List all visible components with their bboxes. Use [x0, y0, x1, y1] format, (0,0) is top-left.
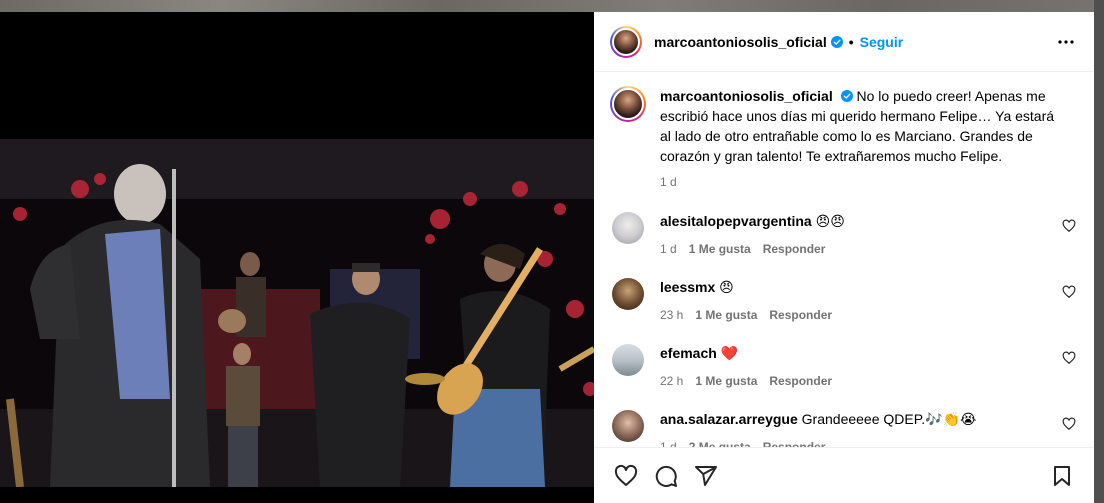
separator-dot: • [848, 33, 854, 50]
comments-section: marcoantoniosolis_oficial No lo puedo cr… [594, 72, 1094, 447]
comment-item: alesitalopepvargentina 😠😠 1 d 1 Me gusta… [610, 212, 1078, 278]
comment-username[interactable]: alesitalopepvargentina [660, 213, 812, 229]
verified-icon [830, 35, 843, 48]
comment-time[interactable]: 1 d [660, 240, 677, 258]
comment-item: leessmx 😠 23 h 1 Me gusta Responder [610, 278, 1078, 344]
comment-time[interactable]: 23 h [660, 306, 683, 324]
comment-username[interactable]: leessmx [660, 279, 715, 295]
comment-icon[interactable] [646, 456, 686, 496]
caption-time[interactable]: 1 d [660, 174, 1060, 190]
commenter-avatar[interactable] [612, 410, 644, 442]
commenter-avatar[interactable] [612, 212, 644, 244]
reply-button[interactable]: Responder [769, 372, 832, 390]
bookmark-icon[interactable] [1042, 456, 1082, 496]
comment-like-icon[interactable] [1062, 351, 1076, 365]
comment-likes[interactable]: 2 Me gusta [689, 438, 751, 447]
author-avatar[interactable] [610, 25, 642, 58]
comment-likes[interactable]: 1 Me gusta [695, 306, 757, 324]
comment-text: Grandeeeee QDEP.🎶👏😭 [801, 411, 977, 427]
author-username[interactable]: marcoantoniosolis_oficial [654, 34, 827, 50]
comment-item: efemach ❤️ 22 h 1 Me gusta Responder [610, 344, 1078, 410]
background-page-edge [1094, 0, 1104, 503]
post-actions-bar [594, 447, 1094, 503]
commenter-avatar[interactable] [612, 278, 644, 310]
caption-username[interactable]: marcoantoniosolis_oficial [660, 88, 833, 104]
comment-text: ❤️ [720, 345, 739, 361]
heart-icon[interactable] [606, 456, 646, 496]
share-icon[interactable] [686, 456, 726, 496]
caption-author-avatar[interactable] [610, 86, 646, 122]
comment-username[interactable]: ana.salazar.arreygue [660, 411, 798, 427]
post-caption: marcoantoniosolis_oficial No lo puedo cr… [610, 86, 1078, 190]
reply-button[interactable]: Responder [769, 306, 832, 324]
reply-button[interactable]: Responder [763, 438, 826, 447]
commenter-avatar[interactable] [612, 344, 644, 376]
post-side-panel: marcoantoniosolis_oficial • Seguir marco… [594, 12, 1094, 503]
post-header: marcoantoniosolis_oficial • Seguir [594, 12, 1094, 72]
verified-icon [840, 90, 853, 102]
comment-time[interactable]: 1 d [660, 438, 677, 447]
follow-button[interactable]: Seguir [860, 34, 904, 50]
comment-text: 😠 [719, 279, 734, 295]
more-icon[interactable] [1054, 30, 1078, 54]
comment-likes[interactable]: 1 Me gusta [695, 372, 757, 390]
reply-button[interactable]: Responder [763, 240, 826, 258]
background-page-strip [0, 0, 1104, 12]
comment-text: 😠😠 [815, 213, 845, 229]
comment-item: ana.salazar.arreygue Grandeeeee QDEP.🎶👏😭… [610, 410, 1078, 447]
post-media[interactable] [0, 12, 594, 503]
post-photo [0, 139, 594, 487]
comment-time[interactable]: 22 h [660, 372, 683, 390]
comment-likes[interactable]: 1 Me gusta [689, 240, 751, 258]
comment-like-icon[interactable] [1062, 285, 1076, 299]
concert-photo-illustration [0, 139, 594, 487]
comment-like-icon[interactable] [1062, 417, 1076, 431]
comment-like-icon[interactable] [1062, 219, 1076, 233]
comment-username[interactable]: efemach [660, 345, 717, 361]
